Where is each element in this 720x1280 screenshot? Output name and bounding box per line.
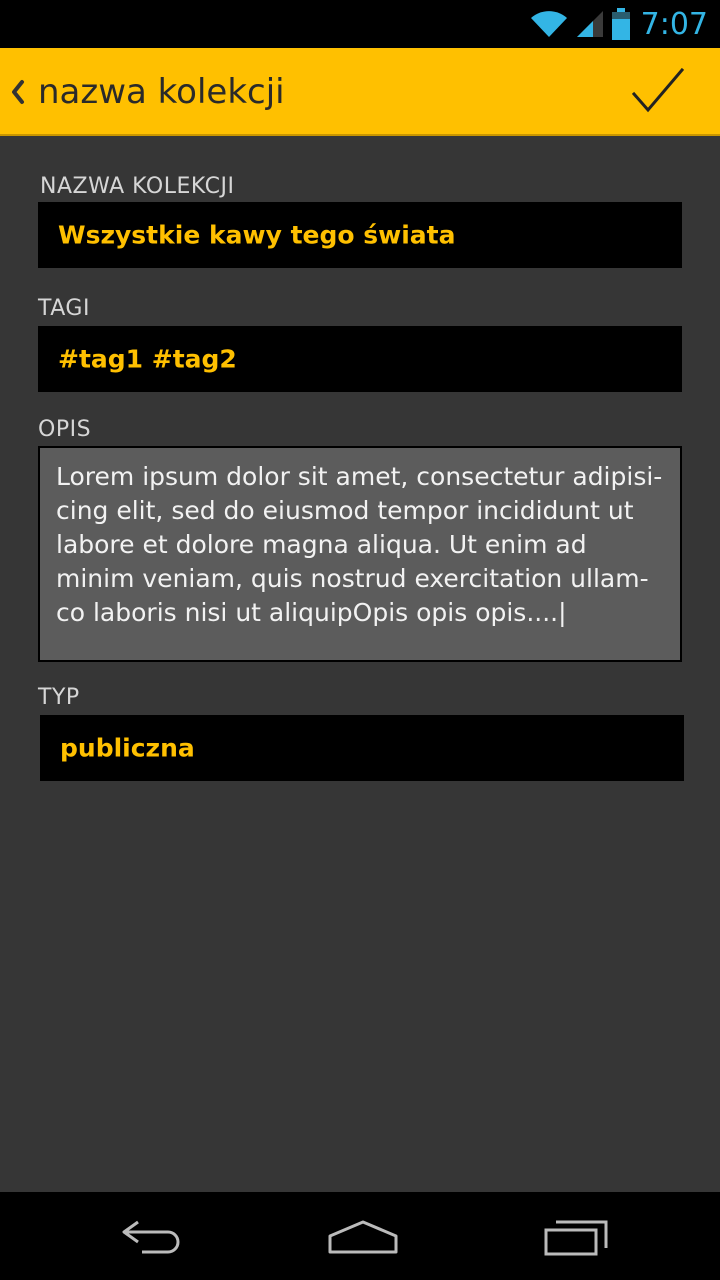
type-label: TYP xyxy=(38,685,80,710)
tags-input[interactable]: #tag1 #tag2 xyxy=(38,326,682,392)
status-bar: 7:07 xyxy=(0,0,720,48)
description-textarea[interactable]: Lorem ipsum dolor sit amet, consectetur … xyxy=(38,446,682,662)
back-nav-icon[interactable] xyxy=(116,1214,186,1258)
name-input[interactable]: Wszystkie kawy tego świata xyxy=(38,202,682,268)
chevron-left-icon[interactable] xyxy=(6,76,28,108)
tags-value: #tag1 #tag2 xyxy=(58,344,237,374)
checkmark-icon[interactable] xyxy=(632,68,684,114)
type-value: publiczna xyxy=(60,733,195,763)
battery-icon xyxy=(611,8,630,40)
collection-form: NAZWA KOLEKCJI Wszystkie kawy tego świat… xyxy=(0,136,720,1192)
action-bar: nazwa kolekcji xyxy=(0,48,720,136)
navigation-bar xyxy=(0,1192,720,1280)
tags-label: TAGI xyxy=(38,296,90,321)
name-label: NAZWA KOLEKCJI xyxy=(40,174,235,199)
type-select[interactable]: publiczna xyxy=(40,715,684,781)
page-title[interactable]: nazwa kolekcji xyxy=(38,66,285,118)
wifi-icon xyxy=(530,11,567,37)
status-icons: 7:07 xyxy=(529,0,708,48)
recents-nav-icon[interactable] xyxy=(540,1214,612,1258)
signal-icon xyxy=(576,11,603,37)
description-label: OPIS xyxy=(38,417,92,442)
name-value: Wszystkie kawy tego świata xyxy=(58,220,456,250)
description-value: Lorem ipsum dolor sit amet, consectetur … xyxy=(56,462,663,627)
status-time: 7:07 xyxy=(640,6,708,42)
home-nav-icon[interactable] xyxy=(326,1214,400,1258)
